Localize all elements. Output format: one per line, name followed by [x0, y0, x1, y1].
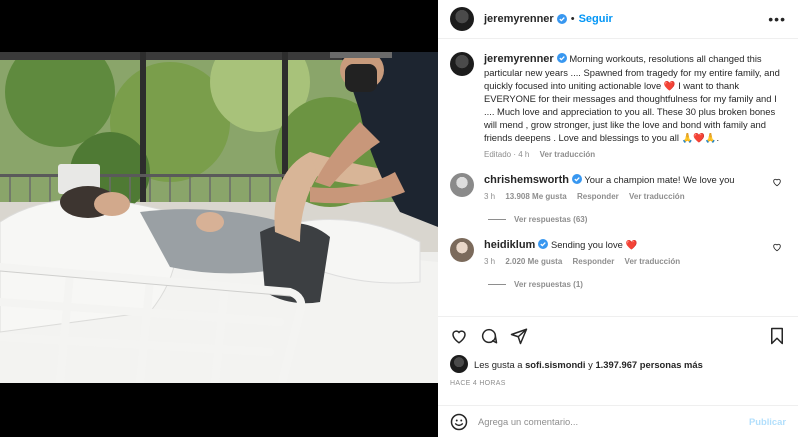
verified-icon	[556, 14, 567, 24]
view-replies-label[interactable]: Ver respuestas (63)	[514, 215, 587, 224]
caption-username[interactable]: jeremyrenner	[484, 53, 554, 65]
verified-icon	[556, 53, 567, 63]
replies-divider	[488, 284, 506, 285]
author-username[interactable]: jeremyrenner	[484, 13, 554, 25]
comment-like-heart-icon[interactable]	[772, 177, 782, 187]
likes-summary: Les gusta a sofi.sismondi y 1.397.967 pe…	[450, 355, 786, 373]
action-icons	[450, 325, 786, 347]
comment-item: heidiklum Sending you love ❤️ 3 h 2.020 …	[450, 238, 784, 266]
view-replies[interactable]: Ver respuestas (1)	[488, 280, 784, 289]
comment-meta: 3 h 2.020 Me gusta Responder Ver traducc…	[484, 257, 754, 266]
comment-time: 3 h	[484, 192, 496, 201]
post-side-panel: jeremyrenner • Seguir ••• jeremyrenner M…	[438, 0, 798, 437]
comment-item: chrishemsworth Your a champion mate! We …	[450, 173, 784, 201]
comment-meta: 3 h 13.908 Me gusta Responder Ver traduc…	[484, 192, 754, 201]
view-replies-label[interactable]: Ver respuestas (1)	[514, 280, 583, 289]
liker-avatar[interactable]	[450, 355, 468, 373]
likes-count[interactable]: 1.397.967 personas más	[595, 359, 702, 370]
more-options-icon[interactable]: •••	[768, 11, 786, 27]
comment-translate-link[interactable]: Ver traducción	[629, 192, 685, 201]
author-avatar[interactable]	[450, 7, 474, 31]
likes-suffix: y	[588, 358, 593, 370]
post-timestamp: HACE 4 HORAS	[450, 380, 506, 387]
caption-edited: Editado · 4 h	[484, 150, 530, 159]
post-caption: jeremyrenner Morning workouts, resolutio…	[450, 52, 784, 159]
publish-button[interactable]: Publicar	[749, 416, 786, 427]
post-photo[interactable]	[0, 52, 438, 383]
hospital-bed-photo	[0, 52, 438, 383]
caption-text: Morning workouts, resolutions all change…	[484, 53, 780, 143]
comment-reply-button[interactable]: Responder	[573, 257, 615, 266]
comment-input[interactable]	[478, 416, 739, 427]
post-header: jeremyrenner • Seguir •••	[438, 0, 798, 39]
share-icon[interactable]	[510, 327, 528, 345]
comment-icon[interactable]	[480, 327, 498, 345]
comments-scroll-area[interactable]: jeremyrenner Morning workouts, resolutio…	[438, 40, 798, 316]
smile-icon[interactable]	[450, 413, 468, 431]
verified-icon	[538, 239, 549, 249]
verified-icon	[571, 174, 582, 184]
commenter-avatar[interactable]	[450, 173, 474, 197]
caption-avatar[interactable]	[450, 52, 474, 76]
comment-text: Sending you love ❤️	[550, 239, 638, 250]
comment-username[interactable]: chrishemsworth	[484, 174, 569, 186]
liker-username[interactable]: sofi.sismondi	[525, 359, 585, 370]
heart-icon[interactable]	[450, 327, 468, 345]
comment-translate-link[interactable]: Ver traducción	[625, 257, 681, 266]
comment-likes[interactable]: 13.908 Me gusta	[505, 192, 566, 201]
replies-divider	[488, 219, 506, 220]
commenter-avatar[interactable]	[450, 238, 474, 262]
likes-prefix: Les gusta a	[474, 358, 523, 370]
separator-dot: •	[570, 13, 575, 25]
bookmark-icon[interactable]	[768, 327, 786, 345]
add-comment-bar: Publicar	[438, 405, 798, 437]
comment-likes[interactable]: 2.020 Me gusta	[505, 257, 562, 266]
post-media	[0, 0, 438, 437]
comment-reply-button[interactable]: Responder	[577, 192, 619, 201]
caption-translate-link[interactable]: Ver traducción	[540, 150, 596, 159]
comment-time: 3 h	[484, 257, 496, 266]
view-replies[interactable]: Ver respuestas (63)	[488, 215, 784, 224]
post-actions: Les gusta a sofi.sismondi y 1.397.967 pe…	[438, 316, 798, 387]
comment-username[interactable]: heidiklum	[484, 239, 535, 251]
comment-text: Your a champion mate! We love you	[584, 174, 735, 185]
instagram-post: jeremyrenner • Seguir ••• jeremyrenner M…	[0, 0, 798, 437]
comment-like-heart-icon[interactable]	[772, 242, 782, 252]
caption-meta: Editado · 4 h Ver traducción	[484, 150, 784, 159]
follow-button[interactable]: Seguir	[579, 13, 613, 25]
